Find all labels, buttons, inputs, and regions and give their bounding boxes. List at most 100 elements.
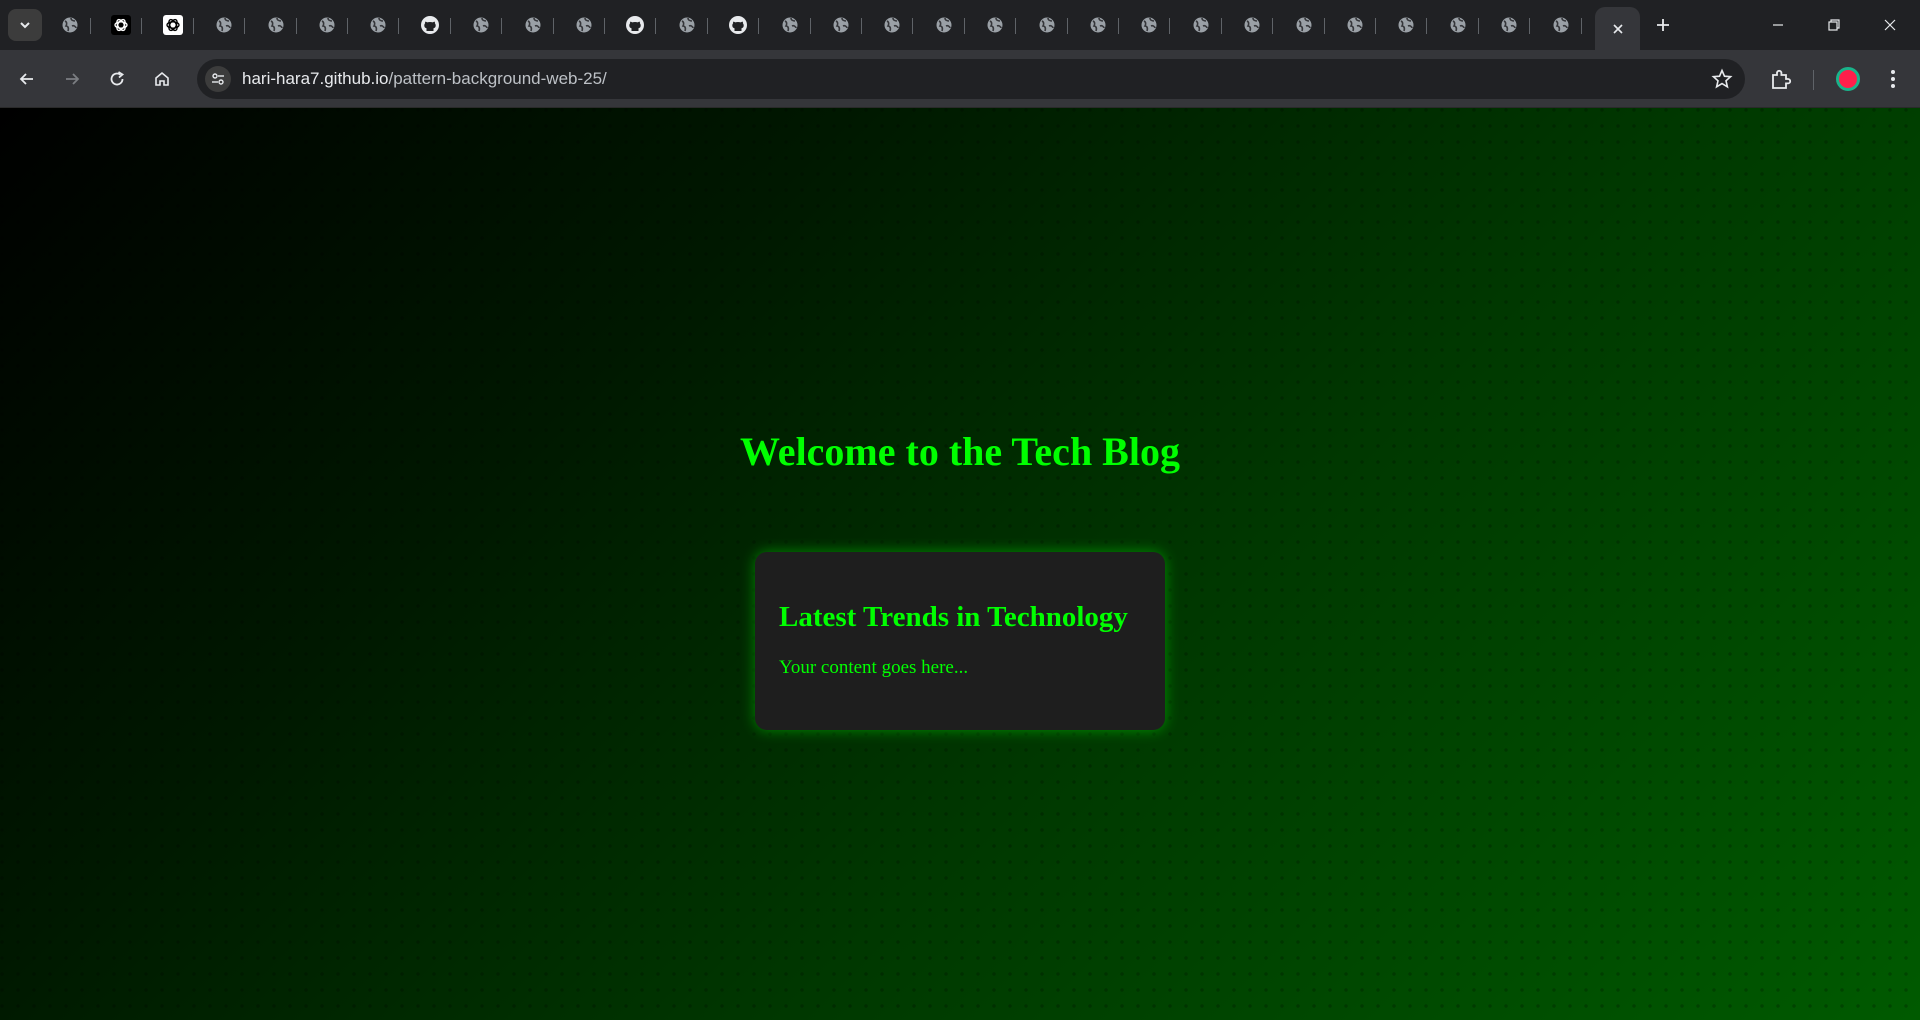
tab[interactable] [1078, 6, 1119, 44]
globe-icon [936, 17, 952, 33]
tab[interactable] [410, 6, 451, 44]
tab[interactable] [256, 6, 297, 44]
minimize-button[interactable] [1758, 10, 1798, 40]
tab-divider [604, 18, 605, 34]
tab[interactable] [1386, 6, 1428, 44]
restore-button[interactable] [1814, 10, 1854, 40]
tab-divider [1118, 18, 1119, 34]
home-button[interactable] [147, 64, 177, 94]
github-icon [626, 16, 645, 34]
tab-divider [912, 18, 914, 34]
tab-divider [501, 18, 503, 34]
tab[interactable] [718, 6, 760, 44]
tab[interactable] [461, 6, 503, 44]
tab-search-button[interactable] [8, 9, 42, 41]
tab-divider [963, 18, 965, 34]
tab-divider [1015, 18, 1017, 34]
close-window-button[interactable] [1870, 10, 1910, 40]
tab[interactable] [153, 6, 194, 44]
site-info-button[interactable] [205, 66, 231, 92]
tab-divider [244, 18, 246, 34]
tab-divider [1272, 18, 1274, 34]
tab[interactable] [1438, 6, 1479, 44]
github-icon [729, 16, 748, 34]
tab[interactable] [1489, 6, 1531, 44]
tab-divider [1580, 18, 1582, 34]
globe-icon [216, 17, 232, 33]
card-body: Your content goes here... [779, 657, 969, 678]
tab-strip [0, 0, 1920, 50]
tab-divider [1323, 18, 1325, 34]
tab[interactable] [513, 6, 554, 44]
globe-icon [525, 17, 541, 33]
menu-button[interactable] [1880, 66, 1906, 92]
url-text[interactable]: hari-hara7.github.io/pattern-background-… [242, 69, 607, 89]
tab-divider [90, 18, 91, 34]
globe-icon [1296, 17, 1312, 33]
back-button[interactable] [12, 64, 42, 94]
globe-icon [679, 17, 695, 33]
tab-divider [398, 18, 400, 34]
minimize-icon [1773, 24, 1783, 26]
tab[interactable] [101, 6, 143, 44]
globe-icon [370, 17, 386, 33]
tab[interactable] [1284, 6, 1325, 44]
globe-icon [1244, 17, 1260, 33]
tab[interactable] [1181, 6, 1222, 44]
globe-icon [268, 17, 284, 33]
tab[interactable] [1232, 6, 1274, 44]
tab-divider [861, 18, 862, 34]
chevron-down-icon [20, 22, 30, 29]
star-icon[interactable] [1711, 68, 1733, 90]
tab[interactable] [307, 6, 348, 44]
tab-divider [1169, 18, 1171, 34]
close-icon[interactable] [1611, 22, 1625, 36]
restore-icon [1828, 19, 1840, 31]
tab-divider [552, 18, 554, 34]
tab-divider [1375, 18, 1376, 34]
tab-divider [141, 18, 143, 34]
tab[interactable] [50, 6, 91, 44]
tab[interactable] [1541, 6, 1582, 44]
tab[interactable] [667, 6, 708, 44]
active-tab[interactable] [1595, 7, 1640, 50]
globe-icon [1193, 17, 1209, 33]
address-bar[interactable]: hari-hara7.github.io/pattern-background-… [197, 59, 1745, 99]
tab[interactable] [358, 6, 400, 44]
arrow-left-icon [19, 73, 33, 85]
tab[interactable] [770, 6, 811, 44]
globe-icon [1347, 17, 1363, 33]
tab-divider [1477, 18, 1479, 34]
tab[interactable] [821, 6, 862, 44]
tab[interactable] [1335, 6, 1376, 44]
forward-button[interactable] [57, 64, 87, 94]
url-host: hari-hara7.github.io [242, 69, 389, 88]
tab-divider [347, 18, 348, 34]
globe-icon [1090, 17, 1106, 33]
tab-divider [1220, 18, 1222, 34]
url-path: /pattern-background-web-25/ [388, 69, 607, 88]
tab[interactable] [564, 6, 605, 44]
globe-icon [1501, 17, 1517, 33]
tab[interactable] [615, 6, 657, 44]
more-vert-icon [1891, 70, 1895, 88]
extensions-puzzle-icon[interactable] [1768, 66, 1794, 92]
github-icon [420, 16, 439, 34]
tab[interactable] [1129, 6, 1171, 44]
tab[interactable] [975, 6, 1017, 44]
tab-divider [655, 18, 657, 34]
tab[interactable] [872, 6, 914, 44]
globe-icon [1553, 17, 1569, 33]
new-tab-button[interactable] [1650, 12, 1676, 38]
reload-button[interactable] [102, 64, 132, 94]
globe-icon [1039, 17, 1055, 33]
tab[interactable] [1027, 6, 1068, 44]
globe-icon [62, 17, 78, 33]
profile-avatar[interactable] [1836, 67, 1860, 91]
tab-divider [1529, 18, 1531, 34]
tune-icon [212, 73, 224, 85]
tab[interactable] [924, 6, 965, 44]
tab[interactable] [204, 6, 246, 44]
globe-icon [987, 17, 1003, 33]
tab-divider [295, 18, 297, 34]
